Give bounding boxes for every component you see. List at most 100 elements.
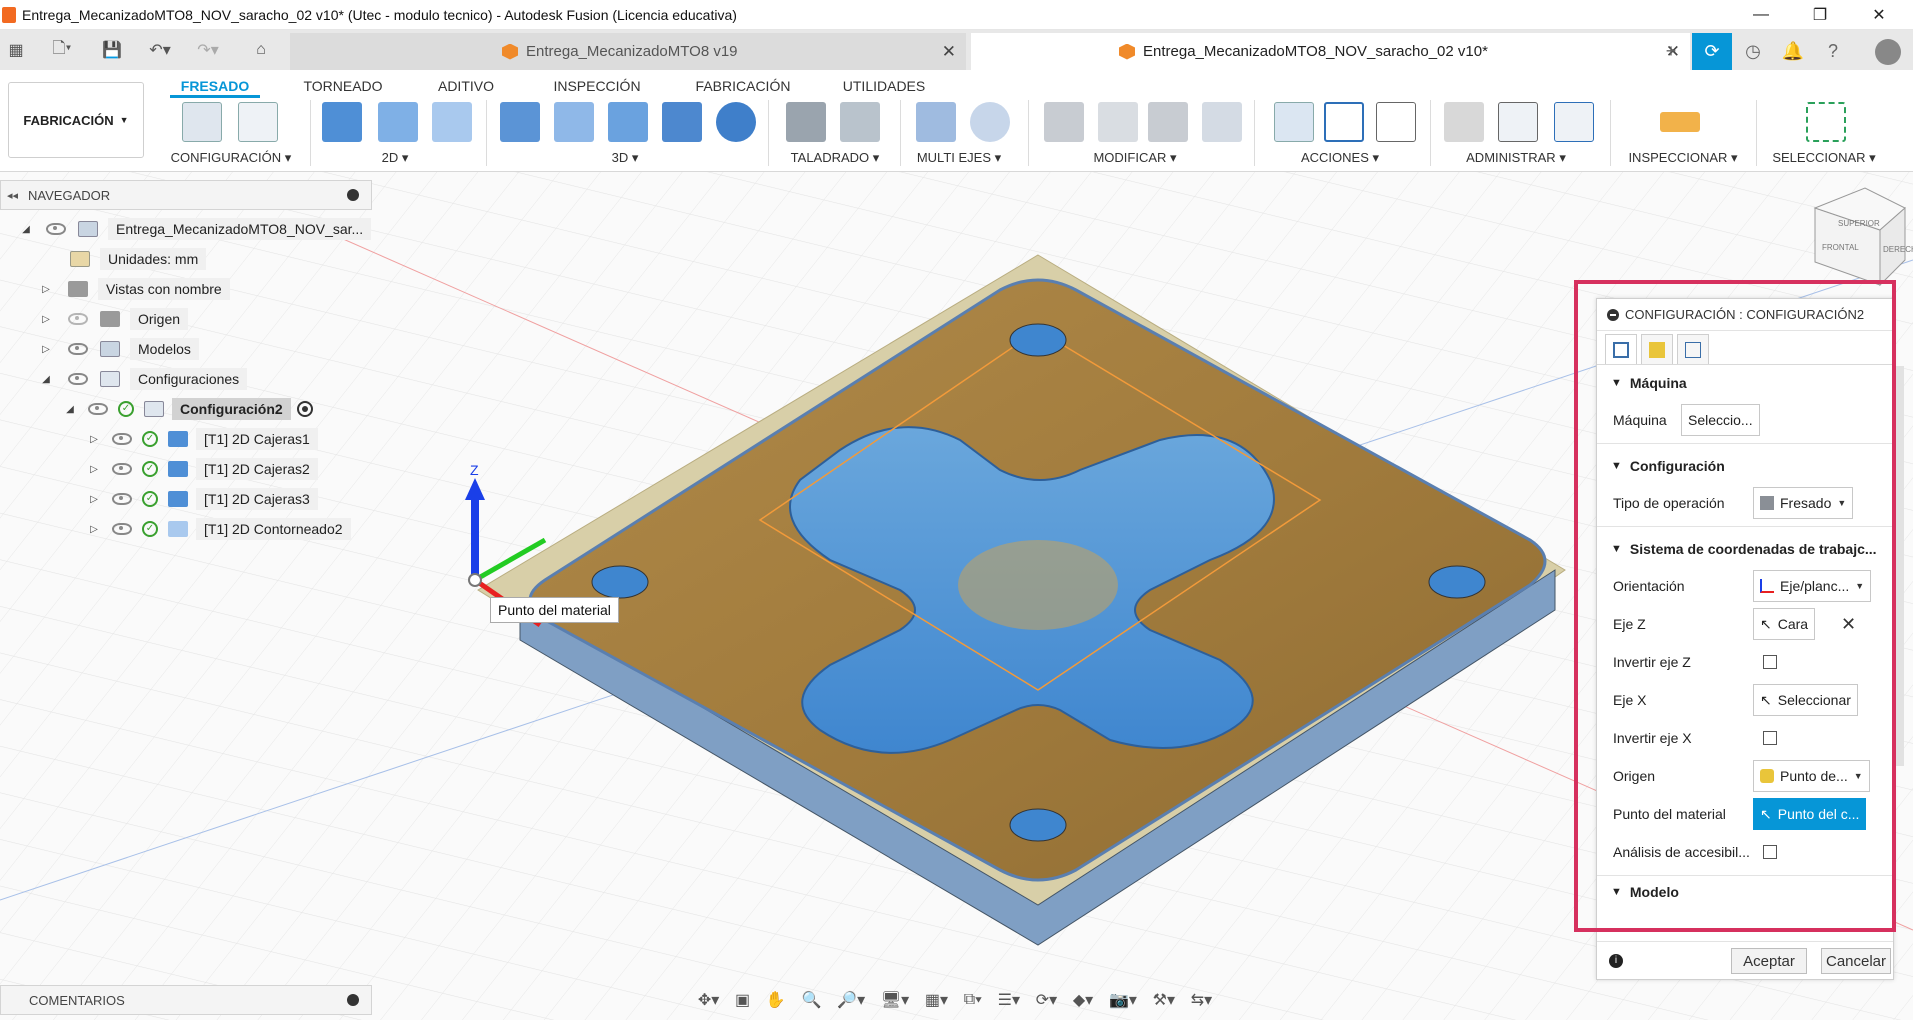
maximize-button[interactable]: ❐ [1792,0,1848,30]
zoom-icon[interactable]: 🔍 [802,990,822,1010]
visibility-icon[interactable] [68,373,88,385]
tab-inspeccion[interactable]: INSPECCIÓN [548,74,646,98]
steep-shallow-icon[interactable] [608,102,648,142]
move-icon[interactable] [1202,102,1242,142]
tree-item-op3[interactable]: ▷ ✓ [T1] 2D Cajeras3 [88,486,318,512]
extensions-icon[interactable]: ⟳ [1692,33,1732,70]
cancel-button[interactable]: Cancelar [1821,948,1891,974]
expand-right-icon[interactable]: ▷ [40,284,52,295]
scallop-icon[interactable] [662,102,702,142]
effects-icon[interactable]: ◆▾ [1073,990,1093,1010]
close-window-button[interactable]: ✕ [1851,0,1907,30]
group-modificar[interactable]: MODIFICAR ▾ [1080,150,1190,166]
trim-icon[interactable] [1044,102,1084,142]
group-seleccionar[interactable]: SELECCIONAR ▾ [1766,150,1882,166]
tab-utilidades[interactable]: UTILIDADES [838,74,930,98]
expand-right-icon[interactable]: ▷ [88,524,100,535]
post-process-icon[interactable] [1324,102,1364,142]
tree-item-setup2[interactable]: ◢ ✓ Configuración2 [64,396,313,422]
group-acciones[interactable]: ACCIONES ▾ [1290,150,1390,166]
tree-item-op2[interactable]: ▷ ✓ [T1] 2D Cajeras2 [88,456,318,482]
undo-icon[interactable]: ↶▾ [140,38,180,62]
section-analysis-icon[interactable]: ☰▾ [998,990,1020,1010]
group-multi-ejes[interactable]: MULTI EJES ▾ [906,150,1012,166]
group-configuracion[interactable]: CONFIGURACIÓN ▾ [166,150,296,166]
expand-right-icon[interactable]: ▷ [88,464,100,475]
grid-settings-icon[interactable]: ▦▾ [925,990,948,1010]
tree-item-models[interactable]: ▷ Modelos [40,336,199,362]
browser-panel-header[interactable]: ◂◂ NAVEGADOR [0,180,372,210]
expand-right-icon[interactable]: ▷ [40,314,52,325]
add-comment-icon[interactable] [347,994,359,1006]
tree-item-units[interactable]: Unidades: mm [70,246,207,272]
look-at-icon[interactable]: ▣ [735,990,750,1010]
visibility-icon[interactable] [112,523,132,535]
avatar[interactable] [1868,33,1908,70]
ok-button[interactable]: Aceptar [1731,948,1807,974]
group-2d[interactable]: 2D ▾ [370,150,420,166]
simulate-icon[interactable] [1274,102,1314,142]
simulation-display-icon[interactable]: ⇆▾ [1191,990,1212,1010]
tab-document-active[interactable]: Entrega_MecanizadoMTO8_NOV_saracho_02 v1… [971,33,1690,70]
tree-item-origin[interactable]: ▷ Origen [40,306,189,332]
select-window-icon[interactable] [1806,102,1846,142]
tree-item-setups[interactable]: ◢ Configuraciones [40,366,248,392]
new-tab-button[interactable]: + [1651,33,1691,70]
expand-right-icon[interactable]: ▷ [40,344,52,355]
tool-display-icon[interactable]: ⚒▾ [1153,990,1175,1010]
visibility-icon[interactable] [112,433,132,445]
tab-aditivo[interactable]: ADITIVO [428,74,504,98]
visibility-icon[interactable] [112,493,132,505]
help-icon[interactable]: ? [1813,33,1853,70]
hole-recognition-icon[interactable] [840,102,880,142]
reverse-icon[interactable] [1148,102,1188,142]
grid-menu-icon[interactable]: ▦ [4,38,28,62]
setup-sheet-icon[interactable] [1376,102,1416,142]
2d-pocket-icon[interactable] [378,102,418,142]
notifications-icon[interactable]: 🔔 [1773,33,1813,70]
tool-library-icon[interactable] [1444,102,1484,142]
visibility-icon[interactable] [46,223,66,235]
template-library-icon[interactable] [1498,102,1538,142]
group-inspeccionar[interactable]: INSPECCIONAR ▾ [1618,150,1748,166]
orbit-icon[interactable]: ⟳▾ [1036,990,1057,1010]
minimize-panel-icon[interactable] [347,189,359,201]
group-administrar[interactable]: ADMINISTRAR ▾ [1456,150,1576,166]
radial-icon[interactable] [716,102,756,142]
expand-down-icon[interactable]: ◢ [20,224,32,235]
minimize-button[interactable]: — [1733,0,1789,30]
post-library-icon[interactable] [1554,102,1594,142]
3d-pocket-icon[interactable] [554,102,594,142]
expand-right-icon[interactable]: ▷ [88,494,100,505]
2d-adaptive-icon[interactable] [322,102,362,142]
3d-adaptive-icon[interactable] [500,102,540,142]
expand-down-icon[interactable]: ◢ [64,404,76,415]
face-icon[interactable] [432,102,472,142]
viewports-icon[interactable]: ⧉▾ [964,991,982,1009]
workspace-selector[interactable]: FABRICACIÓN ▼ [8,82,144,158]
swarf-icon[interactable] [970,102,1010,142]
measure-icon[interactable] [1660,112,1700,132]
tree-item-op1[interactable]: ▷ ✓ [T1] 2D Cajeras1 [88,426,318,452]
active-radio-icon[interactable] [296,401,313,417]
camera-icon[interactable]: 📷▾ [1109,990,1137,1010]
tree-item-op4[interactable]: ▷ ✓ [T1] 2D Contorneado2 [88,516,351,542]
display-settings-icon[interactable]: 🖥▾ [881,990,909,1010]
group-taladrado[interactable]: TALADRADO ▾ [780,150,890,166]
expand-right-icon[interactable]: ▷ [88,434,100,445]
visibility-icon[interactable] [88,403,108,415]
stock-point-handle[interactable] [468,573,482,587]
zoom-window-icon[interactable]: 🔎▾ [837,990,865,1010]
visibility-icon[interactable] [112,463,132,475]
job-status-icon[interactable]: ◷ [1733,33,1773,70]
save-icon[interactable]: 💾 [100,38,124,62]
tab-torneado[interactable]: TORNEADO [294,74,392,98]
info-icon[interactable]: i [1609,953,1623,968]
tree-root[interactable]: ◢ Entrega_MecanizadoMTO8_NOV_sar... [20,216,372,242]
delete-toolpath-icon[interactable] [1098,102,1138,142]
tab-fabricacion[interactable]: FABRICACIÓN [688,74,798,98]
tab-document-inactive[interactable]: Entrega_MecanizadoMTO8 v19 ✕ [290,33,966,70]
file-menu-icon[interactable]: 🗋▾ [42,38,82,62]
nc-program-icon[interactable] [238,102,278,142]
group-3d[interactable]: 3D ▾ [600,150,650,166]
